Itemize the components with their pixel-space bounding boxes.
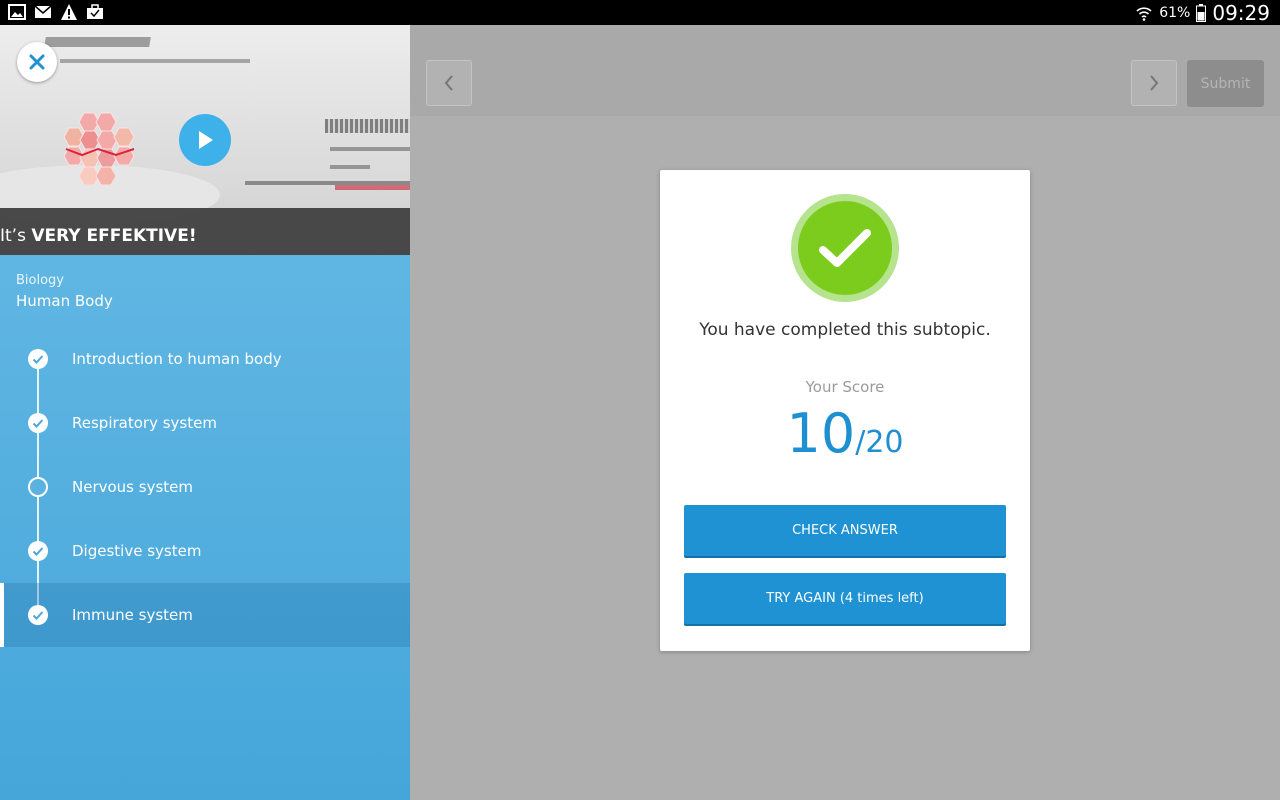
previous-button[interactable] — [426, 60, 472, 106]
check-answer-button[interactable]: CHECK ANSWER — [684, 505, 1006, 556]
subtopic-item[interactable]: Nervous system — [0, 455, 410, 519]
active-indicator — [0, 583, 4, 647]
subtopic-item[interactable]: Digestive system — [0, 519, 410, 583]
subtopic-item[interactable]: Respiratory system — [0, 391, 410, 455]
subtopic-item[interactable]: Introduction to human body — [0, 327, 410, 391]
subtopic-label: Nervous system — [72, 478, 193, 496]
score-value: 10 — [786, 402, 856, 465]
video-thumbnail[interactable]: It’s VERY EFFEKTIVE! — [0, 25, 410, 255]
subtopic-label: Digestive system — [72, 542, 202, 560]
subtopic-label: Respiratory system — [72, 414, 217, 432]
video-caption: It’s VERY EFFEKTIVE! — [0, 208, 410, 255]
battery-icon — [1196, 3, 1207, 22]
subtopic-item-active[interactable]: Immune system — [0, 583, 410, 647]
chevron-right-icon — [1150, 75, 1159, 91]
mail-icon — [34, 5, 52, 18]
subject-label: Biology — [16, 273, 64, 288]
completed-check-icon — [28, 413, 48, 433]
topic-title: Human Body — [16, 292, 113, 310]
score-label: Your Score — [805, 378, 885, 396]
subtopic-label: Introduction to human body — [72, 350, 282, 368]
completed-check-icon — [28, 541, 48, 561]
score-total: 20 — [865, 425, 904, 460]
gallery-icon — [8, 4, 26, 20]
close-icon — [29, 54, 45, 70]
status-bar: 61% 09:29 — [0, 0, 1280, 25]
check-icon — [819, 229, 871, 267]
score-display: 10/20 — [660, 402, 1030, 465]
wifi-icon — [1136, 6, 1152, 21]
success-badge — [791, 194, 899, 302]
caption-emphasis: VERY EFFEKTIVE! — [31, 226, 197, 246]
completion-message: You have completed this subtopic. — [699, 320, 991, 340]
try-again-button[interactable]: TRY AGAIN (4 times left) — [684, 573, 1006, 624]
score-separator: / — [855, 425, 866, 460]
chevron-left-icon — [444, 75, 453, 91]
incomplete-circle-icon — [28, 477, 48, 497]
clock: 09:29 — [1212, 0, 1270, 25]
caption-prefix: It’s — [0, 226, 32, 246]
completed-check-icon — [28, 605, 48, 625]
briefcase-icon — [87, 4, 103, 19]
next-button[interactable] — [1131, 60, 1177, 106]
warning-icon — [61, 4, 77, 20]
play-icon — [199, 131, 213, 149]
cell-illustration — [64, 112, 135, 185]
result-dialog: You have completed this subtopic. Your S… — [660, 170, 1030, 651]
close-button[interactable] — [17, 42, 57, 82]
submit-button[interactable]: Submit — [1187, 60, 1264, 107]
subtopic-label: Immune system — [72, 606, 193, 624]
subtopic-sidebar: It’s VERY EFFEKTIVE! Biology Human Body … — [0, 25, 410, 800]
completed-check-icon — [28, 349, 48, 369]
play-button[interactable] — [179, 114, 231, 166]
battery-percent: 61% — [1159, 4, 1191, 21]
